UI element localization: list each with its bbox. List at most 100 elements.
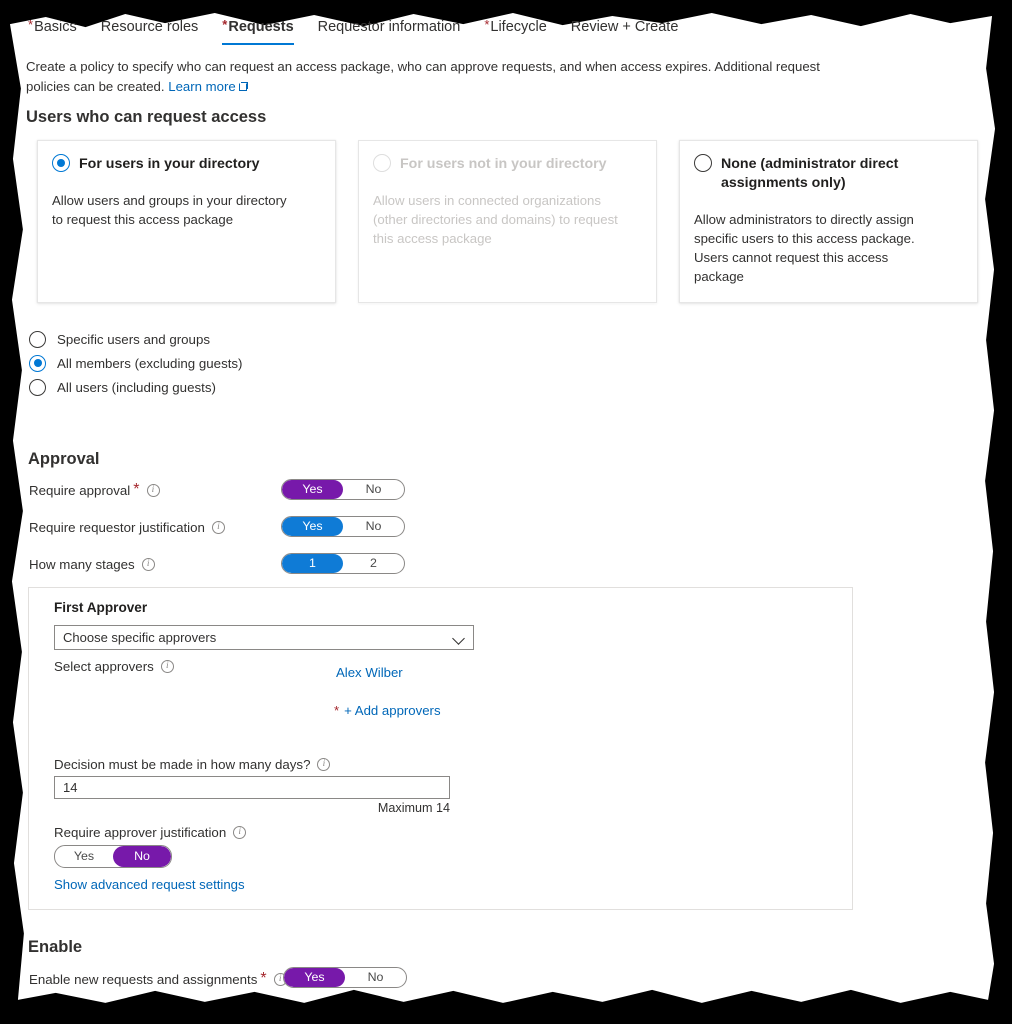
card-header: For users not in your directory [373,154,640,174]
toggle-enable-new-requests-and-assignments[interactable]: Yes No [283,966,407,988]
toggle-option-yes[interactable]: Yes [282,516,343,536]
decision-days-input[interactable] [54,776,450,799]
toggle-option-yes[interactable]: Yes [55,846,113,867]
tab-review-create-label: Review + Create [570,19,679,35]
toggle-option-yes[interactable]: Yes [282,479,343,499]
field-require-approval: Require approval * [29,479,160,501]
toggle-option-no[interactable]: No [343,517,404,536]
tab-requestor-information[interactable]: Requestor information [306,18,473,45]
card-header: None (administrator direct assignments o… [694,154,961,193]
radio-option-all-members-excluding-guests[interactable]: All members (excluding guests) [29,351,243,375]
enable-section-heading: Enable [28,938,83,956]
tab-resource-roles[interactable]: Resource roles [89,18,211,45]
card-title: None (administrator direct assignments o… [721,156,899,191]
tab-lifecycle-label: Lifecycle [490,19,547,35]
tab-requestor-information-label: Requestor information [317,19,461,35]
card-none-administrator-direct-assignments-only[interactable]: None (administrator direct assignments o… [679,140,978,303]
first-approver-title: First Approver [54,600,148,615]
requestor-scope-cards: For users in your directory Allow users … [37,140,978,303]
field-enable-new-requests-and-assignments: Enable new requests and assignments * [29,968,287,990]
first-approver-panel: First Approver Choose specific approvers… [28,587,853,910]
field-select-approvers: Select approvers [54,659,174,674]
approver-type-selected-value: Choose specific approvers [63,630,217,645]
card-header: For users in your directory [52,154,319,174]
required-asterisk: * [133,481,140,498]
external-link-icon [238,82,248,91]
screenshot-frame: *Basics Resource roles *Requests Request… [0,0,1012,1024]
info-icon[interactable] [233,826,247,839]
approver-chip-alex-wilber[interactable]: Alex Wilber [336,665,403,680]
toggle-require-requestor-justification[interactable]: Yes No [281,515,405,537]
card-description: Allow users and groups in your directory… [52,193,287,227]
decision-days-maximum-note: Maximum 14 [377,801,450,815]
radio-option-label: All users (including guests) [57,379,216,395]
toggle-option-no[interactable]: No [345,968,406,987]
show-advanced-request-settings-link[interactable]: Show advanced request settings [54,877,245,892]
tab-requests[interactable]: *Requests [210,18,305,45]
toggle-option-no[interactable]: No [343,480,404,499]
card-title: For users not in your directory [400,156,607,172]
card-description: Allow users in connected organizations (… [373,193,618,246]
radio-button[interactable] [29,378,46,396]
add-approvers-label: + Add approvers [344,703,441,718]
toggle-require-requestor-justification-wrap: Yes No [281,515,405,537]
field-how-many-stages: How many stages [29,553,155,575]
card-for-users-not-in-your-directory: For users not in your directory Allow us… [358,140,657,303]
info-icon[interactable] [146,483,160,497]
info-icon[interactable] [317,758,331,771]
toggle-option-2[interactable]: 2 [343,554,404,573]
required-asterisk: * [28,17,34,32]
field-label: Require approval [29,482,131,498]
toggle-option-yes[interactable]: Yes [284,967,345,987]
required-asterisk: * [260,970,267,987]
radio-option-label: Specific users and groups [57,331,210,347]
radio-option-all-users-including-guests[interactable]: All users (including guests) [29,375,243,399]
toggle-option-no[interactable]: No [113,846,171,867]
info-icon[interactable] [211,520,225,534]
field-decision-days: Decision must be made in how many days? [54,757,331,772]
chevron-down-icon [453,632,465,644]
learn-more-link[interactable]: Learn more [168,79,235,94]
card-title: For users in your directory [79,156,260,172]
radio-none-administrator-direct-assignments-only[interactable] [694,154,712,172]
tab-lifecycle[interactable]: *Lifecycle [472,18,558,45]
card-for-users-in-your-directory[interactable]: For users in your directory Allow users … [37,140,336,303]
toggle-enable-new-requests-wrap: Yes No [283,966,407,988]
toggle-require-approval-wrap: Yes No [281,478,405,500]
radio-option-specific-users-and-groups[interactable]: Specific users and groups [29,327,243,351]
toggle-require-approver-justification[interactable]: Yes No [54,845,172,868]
field-require-requestor-justification: Require requestor justification [29,516,225,538]
toggle-how-many-stages-wrap: 1 2 [281,552,405,574]
tab-basics[interactable]: *Basics [16,18,89,45]
required-asterisk: * [484,17,490,32]
field-label: How many stages [29,556,135,572]
field-label: Enable new requests and assignments [29,971,258,987]
toggle-option-1[interactable]: 1 [282,553,343,573]
radio-for-users-in-your-directory[interactable] [52,154,70,172]
card-description: Allow administrators to directly assign … [694,212,915,284]
toggle-require-approval[interactable]: Yes No [281,478,405,500]
page-description-text: Create a policy to specify who can reque… [26,59,820,94]
radio-for-users-not-in-your-directory [373,154,391,172]
add-approvers-button[interactable]: * + Add approvers [334,703,441,718]
radio-button[interactable] [29,354,46,372]
info-icon[interactable] [141,557,155,571]
page-description: Create a policy to specify who can reque… [26,57,826,97]
requestor-scope-radio-group: Specific users and groups All members (e… [29,327,243,399]
toggle-how-many-stages[interactable]: 1 2 [281,552,405,574]
tab-resource-roles-label: Resource roles [100,19,199,35]
tab-basics-label: Basics [34,19,77,35]
users-section-heading: Users who can request access [26,108,267,126]
approver-type-select[interactable]: Choose specific approvers [54,625,474,650]
access-package-request-policy-page: *Basics Resource roles *Requests Request… [0,0,1012,1024]
wizard-tabbar: *Basics Resource roles *Requests Request… [16,18,690,45]
required-asterisk: * [334,703,340,718]
tab-review-create[interactable]: Review + Create [559,18,691,45]
tab-requests-label: Requests [228,19,294,35]
field-require-approver-justification: Require approver justification [54,825,247,840]
field-label: Select approvers [54,659,154,674]
radio-option-label: All members (excluding guests) [57,355,243,371]
radio-button[interactable] [29,330,46,348]
info-icon[interactable] [160,660,174,673]
field-label: Require approver justification [54,825,227,840]
